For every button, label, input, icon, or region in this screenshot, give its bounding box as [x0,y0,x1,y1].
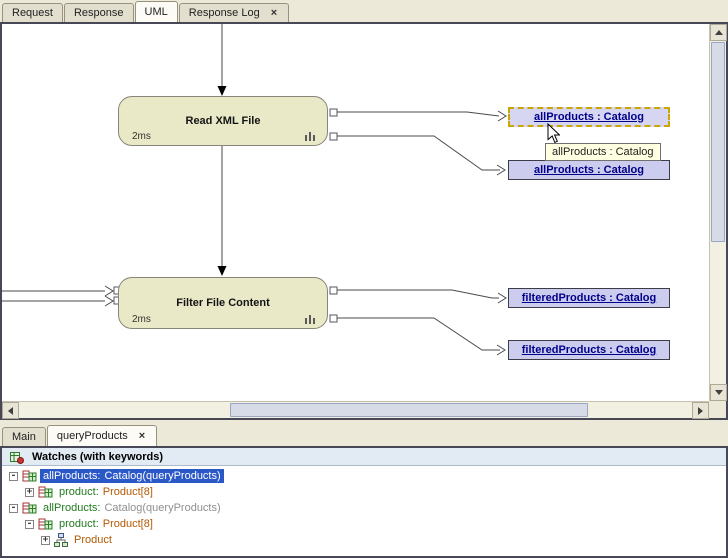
object-node-allproducts-2[interactable]: allProducts : Catalog [508,160,670,180]
activity-node-read-xml-file[interactable]: Read XML File 2ms [118,96,328,146]
arrow-left-icon [8,407,13,415]
object-node-filteredproducts-1[interactable]: filteredProducts : Catalog [508,288,670,308]
editor-tabbar: Request Response UML Response Log × [0,0,728,22]
scroll-down-button[interactable] [710,384,727,401]
expander-icon[interactable]: + [41,536,50,545]
tab-response[interactable]: Response [64,3,134,22]
watch-label: product:Product[8] [56,517,156,531]
expander-icon[interactable]: + [25,488,34,497]
object-node-label: allProducts : Catalog [534,164,644,176]
tab-queryproducts[interactable]: queryProducts × [47,425,157,446]
expander-icon[interactable]: - [9,504,18,513]
expander-icon[interactable]: - [25,520,34,529]
close-tab-icon[interactable]: × [137,430,147,442]
watch-variable-icon [22,501,37,515]
watch-row-product-type[interactable]: + Product [2,532,726,548]
tab-response-log-label: Response Log [189,7,260,19]
scroll-up-button[interactable] [710,24,727,41]
watch-label: product:Product[8] [56,485,156,499]
watches-icon [10,450,24,464]
object-node-label: filteredProducts : Catalog [522,344,656,356]
watches-panel: Watches (with keywords) - allProducts:Ca… [0,446,728,558]
object-node-label: filteredProducts : Catalog [522,292,656,304]
watch-label: Product [71,533,119,547]
watch-row-allproducts-stale[interactable]: - allProducts:Catalog(queryProducts) [2,500,726,516]
duration-label: 2ms [132,131,151,142]
horizontal-scrollbar[interactable] [2,401,709,418]
watches-tree[interactable]: - allProducts:Catalog(queryProducts) + p… [2,466,726,556]
document-tabbar: Main queryProducts × [0,420,728,446]
watch-variable-icon [38,517,53,531]
uml-diagram-canvas[interactable]: Read XML File 2ms Filter File Content 2m… [2,24,709,401]
tab-queryproducts-label: queryProducts [57,430,128,442]
metrics-icon [304,314,317,325]
activity-node-filter-file-content[interactable]: Filter File Content 2ms [118,277,328,329]
expander-icon[interactable]: - [9,472,18,481]
object-node-allproducts-1[interactable]: allProducts : Catalog [508,107,670,127]
horizontal-scroll-thumb[interactable] [230,403,588,417]
object-node-filteredproducts-2[interactable]: filteredProducts : Catalog [508,340,670,360]
scrollbar-corner [709,401,726,418]
close-tab-icon[interactable]: × [269,7,279,19]
metrics-icon [304,131,317,142]
duration-label: 2ms [132,314,151,325]
tab-uml[interactable]: UML [135,1,178,22]
product-type-icon [54,533,68,547]
watch-variable-icon [38,485,53,499]
watch-label: allProducts:Catalog(queryProducts) [40,469,224,483]
arrow-down-icon [715,390,723,395]
watch-row-product-1[interactable]: + product:Product[8] [2,484,726,500]
watch-row-allproducts-selected[interactable]: - allProducts:Catalog(queryProducts) [2,468,726,484]
object-tooltip: allProducts : Catalog [545,143,661,161]
object-node-label: allProducts : Catalog [534,111,644,123]
watches-title: Watches (with keywords) [32,451,163,463]
tab-request[interactable]: Request [2,3,63,22]
diagram-panel: Read XML File 2ms Filter File Content 2m… [0,22,728,420]
vertical-scrollbar[interactable] [709,24,726,401]
watches-header: Watches (with keywords) [2,448,726,466]
scroll-right-button[interactable] [692,402,709,419]
tab-response-log[interactable]: Response Log × [179,3,289,22]
scroll-left-button[interactable] [2,402,19,419]
watch-label: allProducts:Catalog(queryProducts) [40,501,224,515]
tab-main[interactable]: Main [2,427,46,446]
mouse-cursor-icon [546,123,560,144]
watch-row-product-2[interactable]: - product:Product[8] [2,516,726,532]
arrow-right-icon [698,407,703,415]
vertical-scroll-thumb[interactable] [711,42,725,242]
arrow-up-icon [715,30,723,35]
watch-variable-icon [22,469,37,483]
